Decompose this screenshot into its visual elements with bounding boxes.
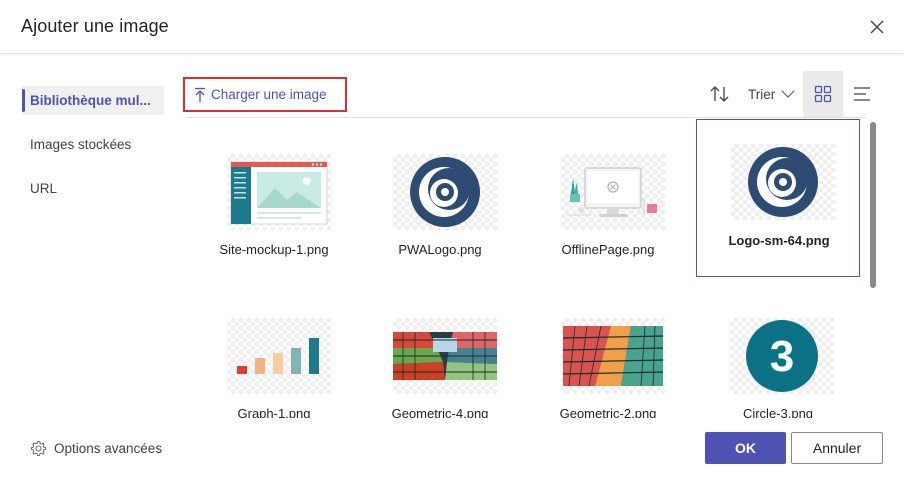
upload-image-button[interactable]: Charger une image <box>183 77 347 112</box>
grid-view-button[interactable] <box>803 71 843 117</box>
list-view-icon <box>854 87 870 101</box>
advanced-options-button[interactable]: Options avancées <box>30 438 162 458</box>
image-tile[interactable]: 3 Circle-3.png <box>696 292 860 418</box>
logo-sm-image <box>748 147 818 217</box>
image-tile-selected[interactable]: Logo-sm-64.png <box>696 119 860 277</box>
advanced-options-label: Options avancées <box>54 440 163 456</box>
image-thumbnail: 3 <box>730 318 834 394</box>
sidebar-item-label: Bibliothèque mul... <box>30 93 151 108</box>
circle-3-image: 3 <box>746 320 818 392</box>
image-thumbnail <box>227 154 331 230</box>
sort-arrows-icon <box>710 86 729 102</box>
image-thumbnail <box>561 154 665 230</box>
close-button[interactable] <box>866 16 888 38</box>
image-filename: PWALogo.png <box>398 242 482 257</box>
image-thumbnail <box>561 318 665 394</box>
geometric-4-image <box>393 332 497 380</box>
sidebar-item-label: URL <box>30 181 58 196</box>
grid-view-icon <box>814 85 832 103</box>
image-thumbnail <box>393 318 497 394</box>
chevron-down-icon <box>781 90 795 98</box>
close-icon <box>870 20 884 34</box>
circle-number: 3 <box>770 332 794 381</box>
sort-order-button[interactable] <box>706 80 734 108</box>
image-filename: Site-mockup-1.png <box>219 242 329 257</box>
image-filename: Geometric-2.png <box>559 406 657 418</box>
sort-dropdown[interactable]: Trier <box>742 80 800 108</box>
image-filename: Logo-sm-64.png <box>728 233 830 248</box>
image-tile[interactable]: Geometric-2.png <box>525 292 691 418</box>
image-tile[interactable]: OfflinePage.png <box>525 128 691 288</box>
sidebar: Bibliothèque mul... Images stockées URL <box>22 86 164 203</box>
scrollbar-thumb[interactable] <box>870 122 876 288</box>
add-image-dialog: Ajouter une image Bibliothèque mul... Im… <box>0 0 904 482</box>
sidebar-item-stored-images[interactable]: Images stockées <box>22 130 164 159</box>
sidebar-item-url[interactable]: URL <box>22 174 164 203</box>
gear-icon <box>30 440 47 456</box>
list-view-button[interactable] <box>846 71 878 117</box>
image-filename: Graph-1.png <box>237 406 311 418</box>
image-filename: OfflinePage.png <box>561 242 655 257</box>
sidebar-item-media-library[interactable]: Bibliothèque mul... <box>22 86 164 115</box>
site-mockup-image <box>230 161 328 225</box>
pwa-logo-image <box>410 157 480 227</box>
image-thumbnail <box>731 144 835 220</box>
upload-image-label: Charger une image <box>211 87 327 102</box>
sidebar-item-label: Images stockées <box>30 137 132 152</box>
image-tile[interactable]: PWALogo.png <box>357 128 523 288</box>
sort-label: Trier <box>748 86 776 102</box>
upload-arrow-icon <box>195 87 205 102</box>
image-grid: Site-mockup-1.png PWALogo.png OfflinePag… <box>186 118 866 418</box>
image-tile[interactable]: Graph-1.png <box>191 292 357 418</box>
image-tile[interactable]: Geometric-4.png <box>357 292 523 418</box>
graph-image <box>237 338 319 374</box>
dialog-header: Ajouter une image <box>0 0 904 54</box>
geometric-2-image <box>562 325 664 387</box>
image-filename: Circle-3.png <box>742 406 814 418</box>
offline-page-image <box>567 167 657 217</box>
ok-button[interactable]: OK <box>705 432 786 464</box>
dialog-title: Ajouter une image <box>21 16 169 36</box>
image-thumbnail <box>227 318 331 394</box>
image-tile[interactable]: Site-mockup-1.png <box>191 128 357 288</box>
image-filename: Geometric-4.png <box>391 406 489 418</box>
image-thumbnail <box>393 154 497 230</box>
cancel-button[interactable]: Annuler <box>791 432 883 464</box>
